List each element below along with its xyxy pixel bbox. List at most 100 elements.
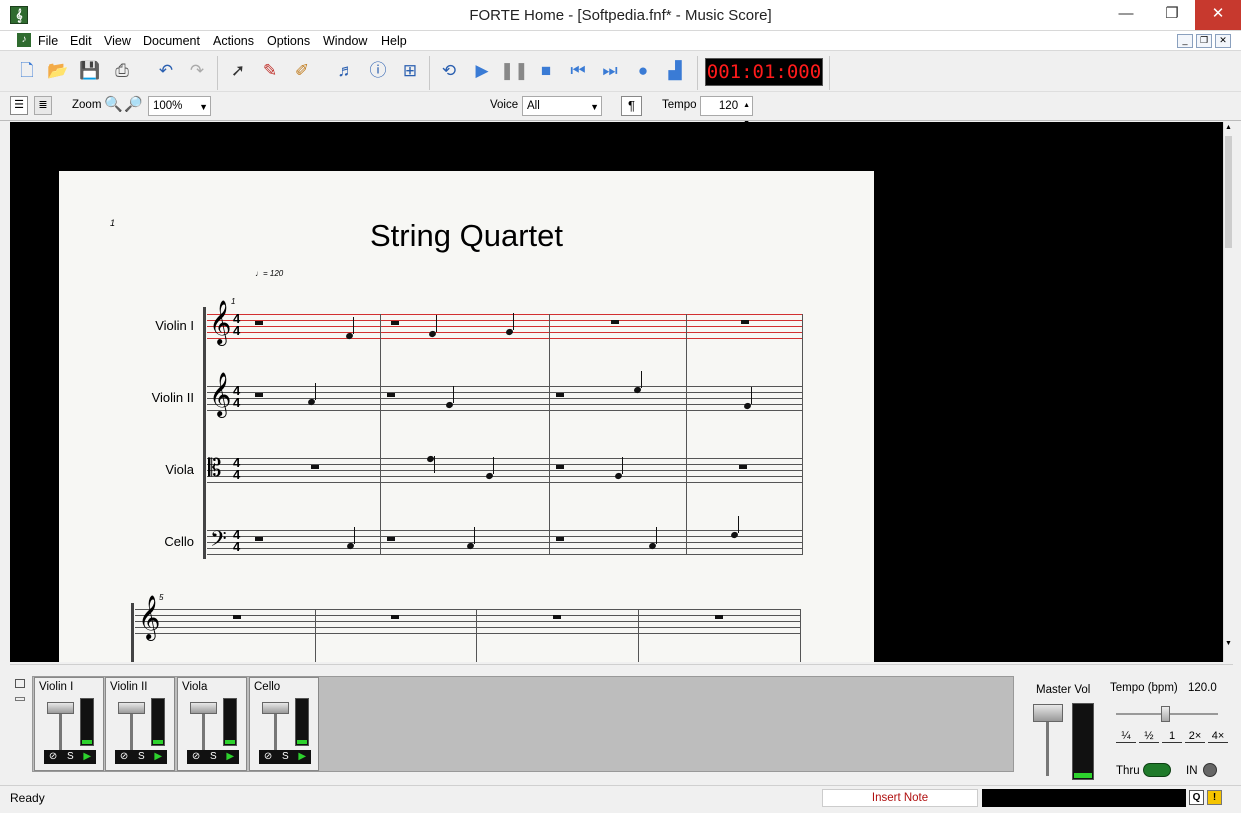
menu-edit[interactable]: Edit — [70, 34, 92, 48]
print-icon[interactable]: ⎙ — [108, 56, 136, 86]
mdi-minimize-button[interactable]: _ — [1177, 34, 1193, 48]
pause-icon[interactable]: ❚❚ — [500, 56, 529, 86]
staff-system-2[interactable] — [135, 609, 801, 634]
zoom-in-icon[interactable]: 🔍 — [104, 95, 123, 113]
zoom-out-icon[interactable]: 🔎 — [124, 95, 143, 113]
page-view-icon[interactable]: ☰ — [10, 96, 28, 115]
barline — [476, 609, 477, 662]
maximize-button[interactable]: ❐ — [1149, 0, 1195, 30]
select-arrow-icon[interactable]: ➚ — [224, 56, 252, 86]
speed-4x-button[interactable]: 4× — [1208, 730, 1228, 743]
tempo-input[interactable]: 120▲▼ — [700, 96, 753, 127]
channel-strip[interactable]: Viola ⊘ S ▶ — [177, 677, 247, 771]
note-icon[interactable]: ♬ — [332, 56, 360, 86]
rest — [311, 465, 319, 469]
step-icon[interactable]: ▟ — [661, 56, 689, 86]
level-meter — [151, 698, 165, 746]
zoom-select[interactable]: 100% ▼ — [148, 96, 211, 116]
save-icon[interactable]: 💾 — [76, 56, 104, 86]
pilcrow-button[interactable]: ¶ — [621, 96, 642, 116]
mute-icon[interactable]: ⊘ — [264, 750, 272, 764]
record-icon[interactable]: ● — [629, 56, 657, 86]
speed-half-button[interactable]: ½ — [1139, 730, 1159, 743]
staff-violin-1[interactable] — [207, 314, 803, 339]
channel-fader[interactable] — [190, 702, 217, 714]
solo-button[interactable]: S — [210, 750, 217, 764]
close-button[interactable]: ✕ — [1195, 0, 1241, 30]
score-canvas[interactable]: 1 String Quartet ♩= 120 1 5 Violin I Vio… — [10, 122, 1223, 662]
channel-controls[interactable]: ⊘ S ▶ — [115, 750, 167, 764]
mdi-restore-button[interactable]: ❐ — [1196, 34, 1212, 48]
solo-button[interactable]: S — [282, 750, 289, 764]
vertical-scrollbar[interactable]: ▲ ▼ — [1223, 122, 1233, 662]
mute-icon[interactable]: ⊘ — [120, 750, 128, 764]
thru-toggle[interactable] — [1143, 763, 1171, 777]
stop-icon[interactable]: ■ — [532, 56, 560, 86]
loop-icon[interactable]: ⟲ — [435, 56, 463, 86]
solo-button[interactable]: S — [138, 750, 145, 764]
warning-icon[interactable]: ! — [1207, 790, 1222, 805]
redo-icon[interactable]: ↷ — [183, 56, 211, 86]
tempo-slider[interactable] — [1161, 706, 1170, 722]
scroll-view-icon[interactable]: ≣ — [34, 96, 52, 115]
mixer-minimize-icon[interactable] — [15, 697, 25, 701]
solo-button[interactable]: S — [67, 750, 74, 764]
speed-1x-button[interactable]: 1 — [1162, 730, 1182, 743]
scroll-up-icon[interactable]: ▲ — [1225, 124, 1232, 131]
pencil-edit-icon[interactable]: ✐ — [288, 56, 316, 86]
play-icon[interactable]: ▶ — [468, 56, 496, 86]
barline — [380, 314, 381, 554]
in-indicator[interactable] — [1203, 763, 1217, 777]
play-icon[interactable]: ▶ — [154, 750, 162, 764]
quantize-icon[interactable]: Q — [1189, 790, 1204, 805]
menu-document[interactable]: Document — [143, 34, 200, 48]
score-page[interactable]: 1 String Quartet ♩= 120 1 5 Violin I Vio… — [59, 171, 874, 662]
staff-viola[interactable] — [207, 458, 803, 483]
undo-icon[interactable]: ↶ — [152, 56, 180, 86]
minimize-button[interactable]: — — [1103, 0, 1149, 30]
info-icon[interactable]: ⓘ — [364, 56, 392, 86]
scroll-down-icon[interactable]: ▼ — [1225, 640, 1232, 647]
play-icon[interactable]: ▶ — [83, 750, 91, 764]
speed-2x-button[interactable]: 2× — [1185, 730, 1205, 743]
document-icon[interactable]: ♪ — [17, 33, 31, 47]
channel-fader[interactable] — [118, 702, 145, 714]
staff-violin-2[interactable] — [207, 386, 803, 411]
channel-fader[interactable] — [47, 702, 74, 714]
play-icon[interactable]: ▶ — [298, 750, 306, 764]
fast-forward-icon[interactable]: ⏭ — [596, 56, 624, 86]
channel-fader[interactable] — [262, 702, 289, 714]
channel-strip[interactable]: Violin I ⊘ S ▶ — [34, 677, 104, 771]
tempo-bpm-value: 120.0 — [1188, 682, 1217, 694]
staff-cello[interactable] — [207, 530, 803, 555]
channel-strip[interactable]: Cello ⊘ S ▶ — [249, 677, 319, 771]
master-fader[interactable] — [1033, 704, 1063, 722]
note-stem — [738, 516, 739, 533]
open-folder-icon[interactable]: 📂 — [44, 56, 72, 86]
mute-icon[interactable]: ⊘ — [192, 750, 200, 764]
mixer-icon[interactable]: ⊞ — [396, 56, 424, 86]
channel-strip[interactable]: Violin II ⊘ S ▶ — [105, 677, 175, 771]
menu-help[interactable]: Help — [381, 34, 407, 48]
level-meter — [80, 698, 94, 746]
speed-quarter-button[interactable]: ¼ — [1116, 730, 1136, 743]
mixer-restore-icon[interactable] — [15, 679, 25, 688]
new-file-icon[interactable]: 🗋 — [13, 56, 41, 86]
menu-options[interactable]: Options — [267, 34, 310, 48]
mute-icon[interactable]: ⊘ — [49, 750, 57, 764]
barline — [800, 609, 801, 662]
menu-view[interactable]: View — [104, 34, 131, 48]
voice-select[interactable]: All ▼ — [522, 96, 602, 116]
play-icon[interactable]: ▶ — [226, 750, 234, 764]
channel-controls[interactable]: ⊘ S ▶ — [259, 750, 311, 764]
scroll-thumb[interactable] — [1225, 136, 1232, 248]
menu-file[interactable]: File — [38, 34, 58, 48]
note-stem — [353, 317, 354, 334]
rewind-icon[interactable]: ⏮ — [564, 56, 592, 86]
pencil-red-icon[interactable]: ✎ — [256, 56, 284, 86]
channel-controls[interactable]: ⊘ S ▶ — [187, 750, 239, 764]
mdi-close-button[interactable]: ✕ — [1215, 34, 1231, 48]
menu-window[interactable]: Window — [323, 34, 367, 48]
menu-actions[interactable]: Actions — [213, 34, 254, 48]
channel-controls[interactable]: ⊘ S ▶ — [44, 750, 96, 764]
